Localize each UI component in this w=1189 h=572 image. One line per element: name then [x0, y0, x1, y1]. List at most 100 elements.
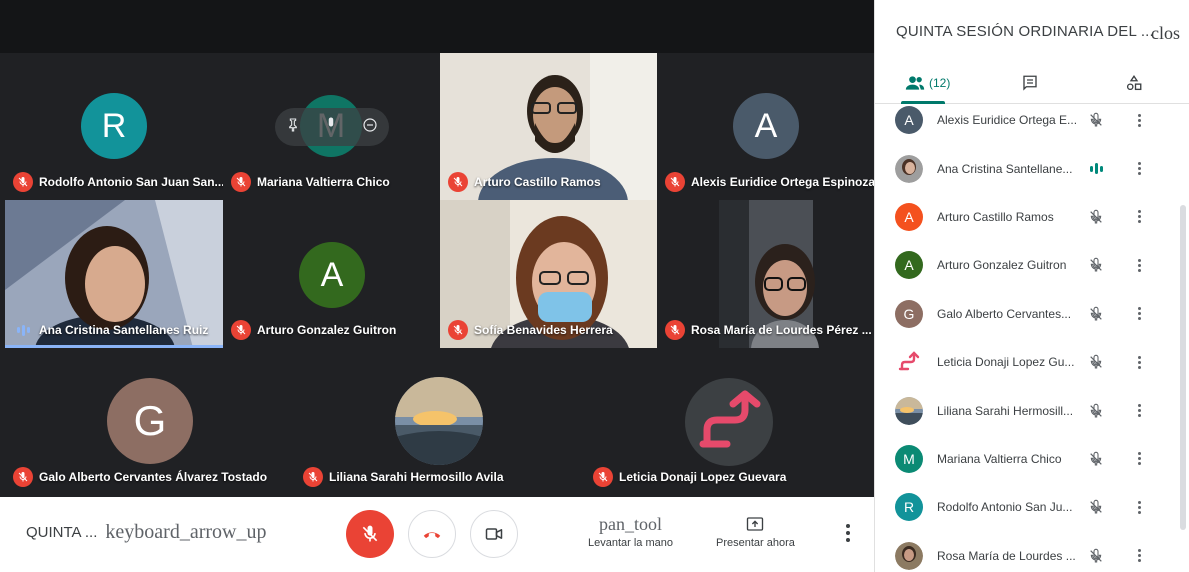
list-item[interactable]: G Galo Alberto Cervantes... [875, 290, 1180, 338]
avatar: R [81, 93, 147, 159]
list-item[interactable]: A Arturo Castillo Ramos [875, 193, 1180, 241]
mic-off-icon [448, 172, 468, 192]
avatar: A [299, 242, 365, 308]
camera-toggle-button[interactable] [470, 510, 518, 558]
participant-tile[interactable]: Leticia Donaji Lopez Guevara [585, 350, 874, 495]
mic-off-icon [1085, 109, 1107, 131]
more-options-icon[interactable] [1133, 496, 1145, 518]
mic-off-icon [593, 467, 613, 487]
raise-hand-button[interactable]: pan_tool Levantar la mano [588, 511, 673, 550]
participant-video-tile[interactable]: Sofía Benavides Herrera [440, 200, 657, 348]
participant-list: A Alexis Euridice Ortega E... Ana Cristi… [875, 96, 1180, 572]
microphone-toggle-button[interactable] [346, 510, 394, 558]
more-options-icon[interactable] [1133, 206, 1145, 228]
participant-name: Ana Cristina Santellanes Ruiz [39, 323, 209, 337]
more-options-icon[interactable] [1133, 254, 1145, 276]
participant-name: Rodolfo Antonio San Juan San... [39, 175, 223, 189]
avatar: A [895, 202, 923, 231]
mic-off-icon [1085, 400, 1107, 422]
tile-name-label: Rosa María de Lourdes Pérez ... [665, 320, 872, 340]
participant-video-tile[interactable]: Rosa María de Lourdes Pérez ... [657, 200, 874, 348]
avatar: A [895, 106, 923, 135]
more-options-icon[interactable] [1133, 351, 1145, 373]
tile-name-label: Arturo Castillo Ramos [448, 172, 601, 192]
participant-video-tile[interactable]: Ana Cristina Santellanes Ruiz [5, 200, 223, 348]
avatar [895, 541, 923, 570]
tab-chat[interactable] [1021, 68, 1039, 98]
close-icon[interactable]: clos [1151, 23, 1180, 44]
participant-name: Arturo Gonzalez Guitron [937, 258, 1067, 273]
people-icon [905, 76, 925, 90]
remove-participant-icon[interactable] [361, 116, 379, 139]
more-options-icon[interactable] [1133, 400, 1145, 422]
participant-tile[interactable]: A Arturo Gonzalez Guitron [223, 200, 440, 348]
tile-name-label: Sofía Benavides Herrera [448, 320, 613, 340]
tab-activities[interactable] [1125, 68, 1143, 98]
present-now-button[interactable]: Presentar ahora [716, 511, 795, 549]
more-options-icon[interactable] [1133, 158, 1145, 180]
speaking-indicator-icon [1085, 158, 1107, 180]
participant-name: Mariana Valtierra Chico [937, 451, 1062, 466]
participant-name: Sofía Benavides Herrera [474, 323, 613, 337]
mic-off-icon [1085, 496, 1107, 518]
list-item[interactable]: Rosa María de Lourdes ... [875, 532, 1180, 572]
more-options-icon[interactable] [1133, 109, 1145, 131]
hang-up-icon [423, 532, 441, 539]
mic-off-icon [303, 467, 323, 487]
list-item[interactable]: A Arturo Gonzalez Guitron [875, 241, 1180, 289]
meeting-title: QUINTA ... [26, 524, 98, 541]
videocam-icon [485, 528, 503, 540]
participant-video-tile[interactable]: Arturo Castillo Ramos [440, 53, 657, 200]
participant-list-scrollbar[interactable] [1180, 205, 1186, 530]
chat-icon [1023, 75, 1037, 91]
meeting-details-panel: QUINTA SESIÓN ORDINARIA DEL ... clos (12… [874, 0, 1189, 572]
list-item[interactable]: Leticia Donaji Lopez Gu... [875, 338, 1180, 386]
more-options-icon[interactable] [1133, 303, 1145, 325]
pin-icon[interactable] [285, 117, 301, 138]
participant-name: Alexis Euridice Ortega E... [937, 113, 1078, 128]
mic-off-icon [1085, 351, 1107, 373]
mute-for-all-icon[interactable] [322, 116, 340, 139]
more-options-icon[interactable] [1133, 448, 1145, 470]
avatar: G [107, 378, 193, 464]
participant-name: Arturo Gonzalez Guitron [257, 323, 397, 337]
people-count: (12) [929, 76, 951, 90]
list-item[interactable]: A Alexis Euridice Ortega E... [875, 96, 1180, 144]
panel-title: QUINTA SESIÓN ORDINARIA DEL ... [896, 23, 1154, 40]
participant-tile[interactable]: Liliana Sarahi Hermosillo Avila [295, 350, 585, 495]
mic-off-icon [1085, 254, 1107, 276]
list-item[interactable]: M Mariana Valtierra Chico [875, 435, 1180, 483]
more-options-icon[interactable] [838, 521, 858, 545]
participant-name: Galo Alberto Cervantes... [937, 306, 1072, 321]
list-item[interactable]: R Rodolfo Antonio San Ju... [875, 483, 1180, 531]
raise-hand-label: Levantar la mano [588, 537, 673, 549]
participant-name: Leticia Donaji Lopez Guevara [619, 470, 787, 484]
participant-name: Leticia Donaji Lopez Gu... [937, 355, 1075, 370]
tab-people[interactable]: (12) [905, 68, 950, 98]
avatar [895, 348, 923, 377]
mic-off-icon [1085, 448, 1107, 470]
list-item[interactable]: Ana Cristina Santellane... [875, 144, 1180, 192]
bottom-control-bar: QUINTA ... keyboard_arrow_up pan_tool Le… [0, 497, 874, 572]
avatar: M [895, 444, 923, 473]
participant-tile[interactable]: G Galo Alberto Cervantes Álvarez Tostado [5, 350, 293, 495]
present-now-label: Presentar ahora [716, 537, 795, 549]
participant-name: Mariana Valtierra Chico [257, 175, 390, 189]
list-item[interactable]: Liliana Sarahi Hermosill... [875, 386, 1180, 434]
avatar [895, 396, 923, 425]
tile-name-label: Mariana Valtierra Chico [231, 172, 390, 192]
mic-off-icon [13, 172, 33, 192]
participant-tile[interactable]: R Rodolfo Antonio San Juan San... [5, 53, 223, 200]
tile-name-label: Arturo Gonzalez Guitron [231, 320, 396, 340]
speaking-indicator-icon [13, 320, 33, 340]
meeting-details-toggle[interactable]: QUINTA ... keyboard_arrow_up [26, 521, 266, 544]
avatar: A [895, 251, 923, 280]
mic-off-icon [448, 320, 468, 340]
leave-call-button[interactable] [408, 510, 456, 558]
participant-tile[interactable]: A Alexis Euridice Ortega Espinoza [657, 53, 874, 200]
mic-off-icon [1085, 206, 1107, 228]
mic-off-icon [665, 320, 685, 340]
participant-name: Rosa María de Lourdes Pérez ... [691, 323, 872, 337]
more-options-icon[interactable] [1133, 545, 1145, 567]
mic-off-icon [231, 320, 251, 340]
